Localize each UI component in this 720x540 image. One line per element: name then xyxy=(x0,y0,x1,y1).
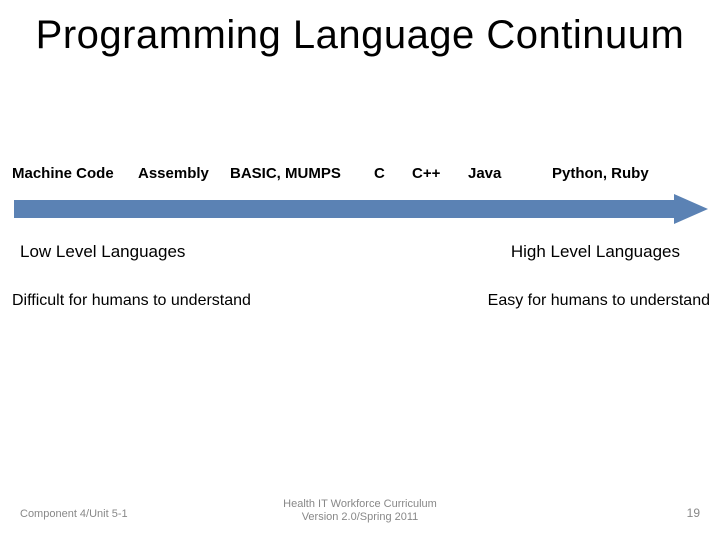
languages-row: Machine Code Assembly BASIC, MUMPS C C++… xyxy=(12,165,708,195)
continuum-arrow xyxy=(14,194,708,224)
difficult-label: Difficult for humans to understand xyxy=(12,292,251,310)
arrow-icon xyxy=(14,194,708,224)
footer-line1: Health IT Workforce Curriculum xyxy=(283,498,437,510)
lang-cpp: C++ xyxy=(412,165,440,182)
slide-number: 19 xyxy=(687,506,700,520)
slide-title: Programming Language Continuum xyxy=(0,14,720,56)
lang-assembly: Assembly xyxy=(138,165,209,182)
lang-c: C xyxy=(374,165,385,182)
easy-label: Easy for humans to understand xyxy=(488,292,710,310)
lang-machine-code: Machine Code xyxy=(12,165,114,182)
lang-basic-mumps: BASIC, MUMPS xyxy=(230,165,341,182)
low-level-label: Low Level Languages xyxy=(20,242,185,262)
slide: Programming Language Continuum Machine C… xyxy=(0,0,720,540)
footer-line2: Version 2.0/Spring 2011 xyxy=(302,511,419,523)
lang-python-ruby: Python, Ruby xyxy=(552,165,649,182)
footer-curriculum: Health IT Workforce Curriculum Version 2… xyxy=(0,498,720,524)
lang-java: Java xyxy=(468,165,501,182)
high-level-label: High Level Languages xyxy=(511,242,680,262)
